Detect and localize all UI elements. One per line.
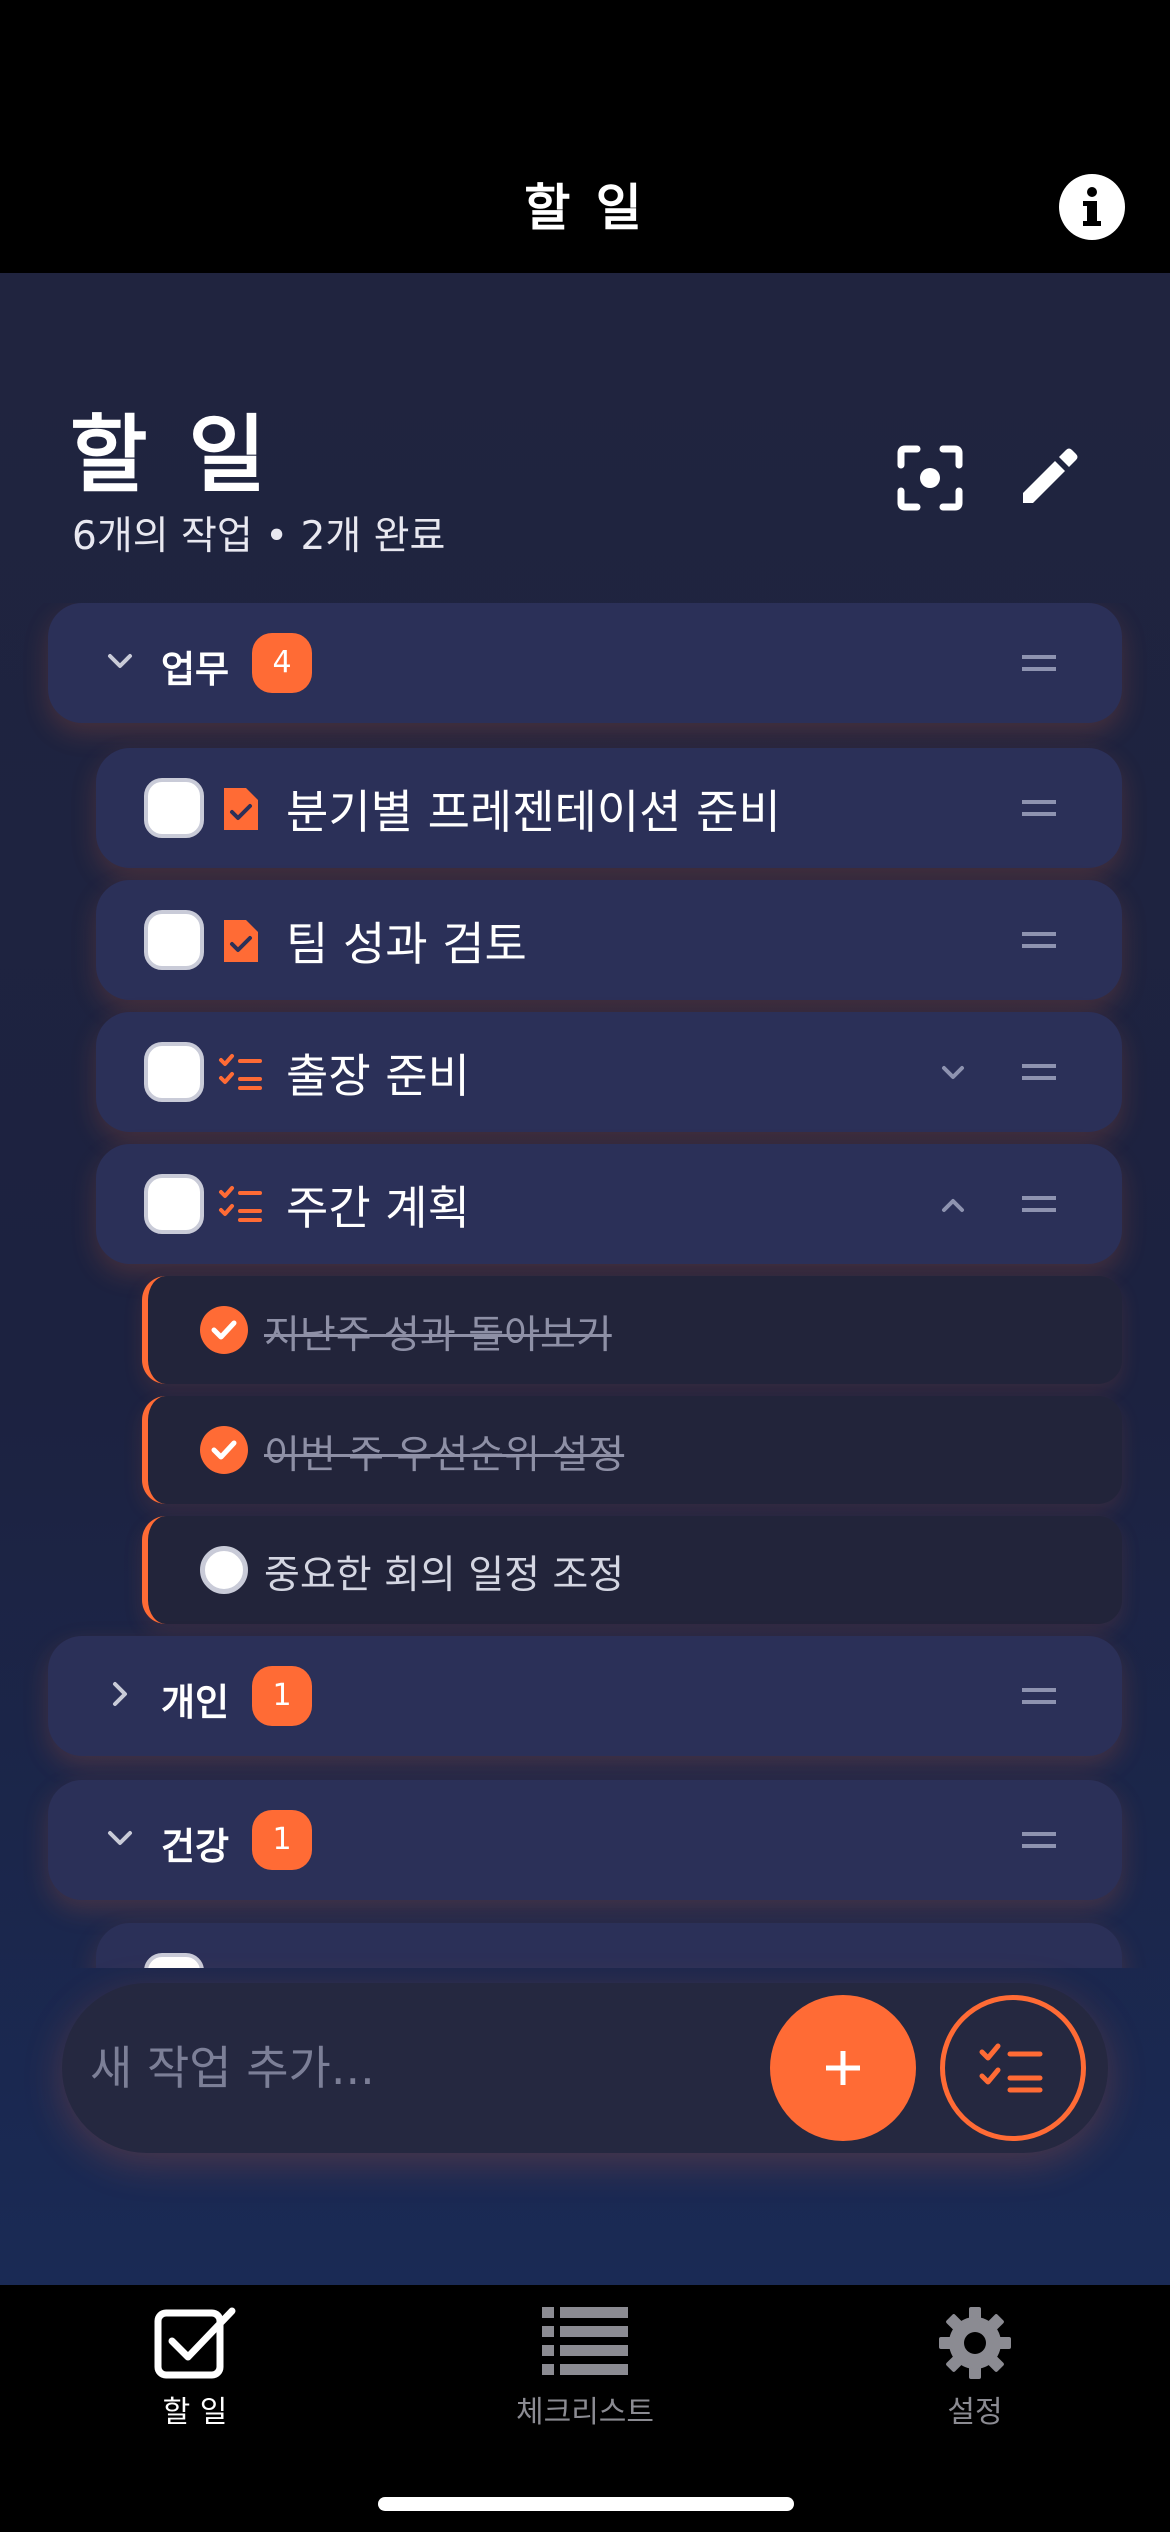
drag-handle-icon[interactable] [1022, 655, 1056, 671]
subtask-row[interactable]: 중요한 회의 일정 조정 [142, 1516, 1122, 1624]
drag-handle-icon[interactable] [1022, 800, 1056, 816]
chevron-down-icon[interactable] [100, 641, 140, 681]
page-subtitle: 6개의 작업 • 2개 완료 [72, 514, 446, 559]
count-badge: 1 [252, 1810, 312, 1870]
task-row[interactable] [96, 1923, 1122, 1968]
task-checkbox[interactable] [144, 1042, 204, 1102]
tab-todo[interactable]: 할 일 [95, 2305, 295, 2430]
subtask-checkbox[interactable] [200, 1546, 248, 1594]
task-title: 팀 성과 검토 [286, 917, 527, 971]
list-icon [542, 2307, 628, 2375]
task-checkbox[interactable] [144, 910, 204, 970]
add-task-bar [62, 1983, 1108, 2153]
new-task-input[interactable] [90, 2028, 770, 2108]
tab-bar: 할 일 체크리스트 설정 [0, 2285, 1170, 2532]
main-content: 할 일 6개의 작업 • 2개 완료 업무 4 분기별 프레젠테이션 준비 팀 … [0, 273, 1170, 2285]
checkmark-icon [211, 1440, 237, 1460]
chevron-up-icon[interactable] [934, 1186, 972, 1224]
category-label: 건강 [161, 1825, 230, 1868]
subtask-checkbox[interactable] [200, 1426, 248, 1474]
chevron-down-icon[interactable] [100, 1818, 140, 1858]
drag-handle-icon[interactable] [1022, 1688, 1056, 1704]
drag-handle-icon[interactable] [1022, 1832, 1056, 1848]
tab-checklist[interactable]: 체크리스트 [485, 2305, 685, 2430]
scan-icon [897, 445, 963, 511]
nav-title: 할 일 [524, 179, 646, 237]
task-title: 분기별 프레젠테이션 준비 [286, 785, 781, 839]
task-title: 주간 계획 [286, 1181, 470, 1235]
category-header-personal[interactable]: 개인 1 [48, 1636, 1122, 1756]
add-checklist-button[interactable] [940, 1995, 1086, 2141]
checklist-icon [219, 1186, 262, 1222]
task-title: 출장 준비 [286, 1049, 470, 1103]
task-row[interactable]: 출장 준비 [96, 1012, 1122, 1132]
info-circle-icon [1083, 187, 1101, 226]
task-list: 업무 4 분기별 프레젠테이션 준비 팀 성과 검토 출장 준비 주간 계획 지… [0, 603, 1170, 1968]
add-task-button[interactable] [770, 1995, 916, 2141]
category-header-work[interactable]: 업무 4 [48, 603, 1122, 723]
chevron-down-icon[interactable] [934, 1054, 972, 1092]
task-checkbox[interactable] [144, 1174, 204, 1234]
edit-button[interactable] [1015, 441, 1085, 511]
category-label: 업무 [161, 648, 230, 691]
document-check-icon [224, 920, 258, 962]
task-checkbox[interactable] [144, 778, 204, 838]
task-row[interactable]: 분기별 프레젠테이션 준비 [96, 748, 1122, 868]
task-row[interactable]: 팀 성과 검토 [96, 880, 1122, 1000]
task-checkbox[interactable] [144, 1953, 204, 1968]
category-label: 개인 [161, 1681, 230, 1724]
page-title: 할 일 [70, 406, 272, 504]
task-row[interactable]: 주간 계획 [96, 1144, 1122, 1264]
tab-label: 설정 [947, 2395, 1003, 2430]
checkmark-icon [211, 1320, 237, 1340]
subtask-checkbox[interactable] [200, 1306, 248, 1354]
category-header-health[interactable]: 건강 1 [48, 1780, 1122, 1900]
tab-settings[interactable]: 설정 [875, 2305, 1075, 2430]
checkbox-icon [154, 2307, 236, 2379]
navigation-bar: 할 일 [0, 0, 1170, 273]
gear-icon [939, 2307, 1011, 2379]
checklist-icon [979, 2043, 1043, 2093]
scan-button[interactable] [895, 443, 965, 513]
subtask-row[interactable]: 이번 주 우선순위 설정 [142, 1396, 1122, 1504]
subtask-title: 이번 주 우선순위 설정 [264, 1433, 625, 1478]
tab-label: 체크리스트 [516, 2395, 654, 2430]
drag-handle-icon[interactable] [1022, 1064, 1056, 1080]
subtask-title: 지난주 성과 돌아보기 [264, 1313, 612, 1358]
subtask-row[interactable]: 지난주 성과 돌아보기 [142, 1276, 1122, 1384]
home-indicator [378, 2497, 794, 2511]
info-button[interactable] [1059, 174, 1125, 240]
document-check-icon [224, 788, 258, 830]
count-badge: 4 [252, 633, 312, 693]
chevron-right-icon[interactable] [100, 1674, 140, 1714]
subtask-title: 중요한 회의 일정 조정 [264, 1553, 625, 1598]
pencil-icon [1023, 448, 1078, 503]
checklist-icon [219, 1054, 262, 1090]
tab-label: 할 일 [162, 2395, 228, 2430]
drag-handle-icon[interactable] [1022, 1196, 1056, 1212]
count-badge: 1 [252, 1666, 312, 1726]
drag-handle-icon[interactable] [1022, 932, 1056, 948]
